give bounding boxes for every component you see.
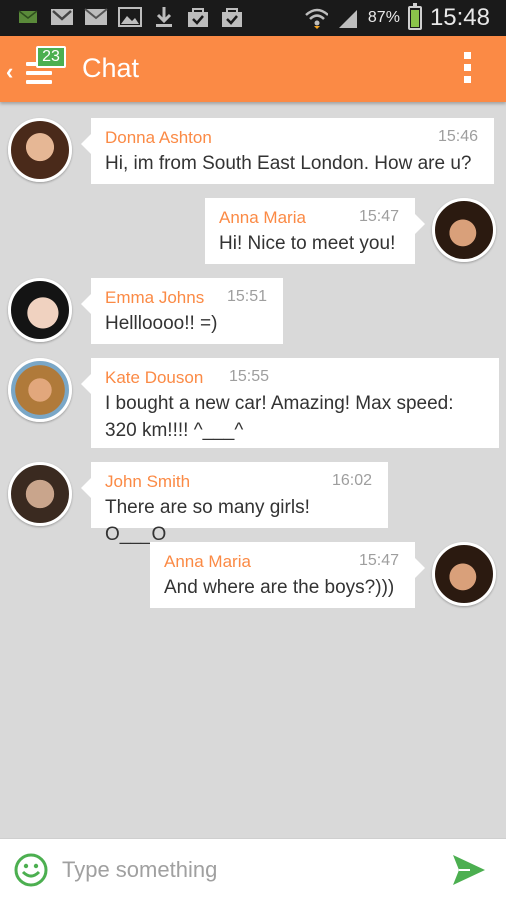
app-bar: ‹ 23 Chat (0, 36, 506, 102)
chevron-left-icon: ‹ (6, 59, 14, 84)
battery-icon (407, 3, 422, 30)
signal-icon (336, 7, 360, 29)
unread-badge: 23 (36, 46, 66, 68)
message-text: And where are the boys?))) (164, 577, 395, 598)
gmail-icon (50, 6, 74, 28)
message-time: 16:02 (331, 472, 372, 489)
message-text: Hi! Nice to meet you! (219, 233, 396, 254)
send-icon[interactable] (450, 851, 488, 889)
message-bubble: Anna Maria 15:47 And where are the boys?… (150, 542, 425, 608)
message-time: 15:46 (437, 128, 478, 145)
clock: 15:48 (429, 4, 490, 31)
message-bubble: Anna Maria 15:47 Hi! Nice to meet you! (205, 198, 425, 264)
sender-name: Donna Ashton (105, 128, 212, 147)
message-bubble: John Smith 16:02 There are so many girls… (81, 462, 388, 545)
message-text: Hi, im from South East London. How are u… (105, 153, 472, 174)
message-text: There are so many girls! O___O (105, 497, 310, 545)
emoji-icon[interactable] (14, 853, 48, 887)
page-title: Chat (82, 53, 140, 83)
message-text: I bought a new car! Amazing! Max speed: … (105, 393, 454, 441)
avatar[interactable] (8, 358, 72, 422)
message-bubble: Emma Johns 15:51 Hellloooo!! =) (81, 278, 283, 344)
shopping-bag-check-icon (186, 6, 210, 28)
avatar[interactable] (8, 462, 72, 526)
message-input-bar (0, 838, 506, 900)
gallery-icon (118, 6, 142, 28)
overflow-menu-icon[interactable] (458, 50, 478, 86)
message-bubble: Donna Ashton 15:46 Hi, im from South Eas… (81, 118, 494, 184)
status-bar: 87% 15:48 (0, 0, 506, 36)
notification-icons (16, 6, 244, 28)
avatar[interactable] (8, 278, 72, 342)
shopping-bag-check-icon (220, 6, 244, 28)
sender-name: Kate Douson (105, 368, 204, 387)
message-time: 15:47 (358, 552, 399, 569)
message-text: Hellloooo!! =) (105, 313, 218, 334)
back-button[interactable]: ‹ 23 (2, 44, 68, 94)
message-time: 15:51 (226, 288, 267, 305)
message-time: 15:55 (229, 368, 270, 385)
wifi-icon (304, 7, 328, 29)
message-input[interactable] (62, 849, 432, 891)
download-icon (152, 6, 176, 28)
message-bubble: Kate Douson 15:55 I bought a new car! Am… (81, 358, 499, 448)
avatar[interactable] (432, 198, 496, 262)
message-time: 15:47 (358, 208, 399, 225)
sms-icon (16, 6, 40, 28)
avatar[interactable] (432, 542, 496, 606)
email-icon (84, 6, 108, 28)
battery-percent: 87% (367, 9, 400, 26)
avatar[interactable] (8, 118, 72, 182)
